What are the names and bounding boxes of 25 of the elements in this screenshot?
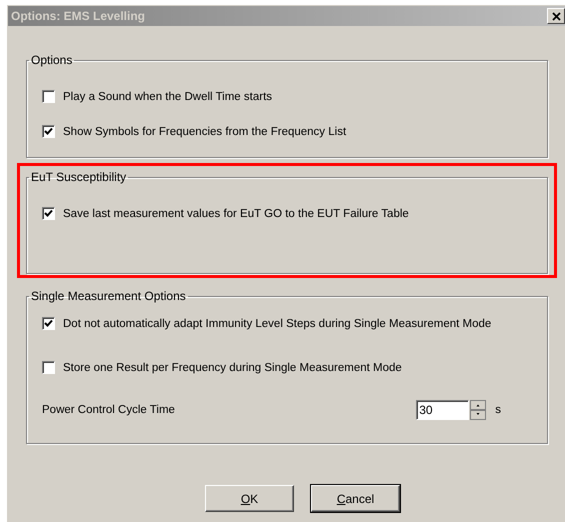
group-title: Single Measurement Options bbox=[30, 289, 187, 303]
window-title: Options: EMS Levelling bbox=[10, 9, 146, 23]
checkbox-option[interactable]: Play a Sound when the Dwell Time starts bbox=[42, 90, 547, 103]
close-button[interactable] bbox=[547, 8, 565, 24]
check-icon bbox=[44, 209, 53, 218]
field-label: Power Control Cycle Time bbox=[42, 404, 175, 416]
ok-button[interactable]: OK bbox=[205, 485, 294, 512]
check-icon bbox=[44, 319, 53, 328]
number-field[interactable]: 30 bbox=[416, 400, 470, 420]
group-title: Options bbox=[30, 53, 74, 67]
cancel-button[interactable]: Cancel bbox=[311, 485, 400, 512]
checkbox-option[interactable]: Show Symbols for Frequencies from the Frequency List bbox=[42, 125, 547, 138]
checkbox-option[interactable]: Save last measurement values for EuT GO to the EUT Failure Table bbox=[42, 207, 547, 220]
checkbox[interactable] bbox=[42, 125, 55, 138]
group-title: EuT Susceptibility bbox=[30, 170, 128, 184]
checkbox[interactable] bbox=[42, 361, 55, 374]
checkbox-option[interactable]: Dot not automatically adapt Immunity Level Steps during Single Measurement Mode bbox=[42, 317, 547, 330]
spin-buttons[interactable] bbox=[470, 400, 486, 420]
checkbox[interactable] bbox=[42, 207, 55, 220]
checkbox[interactable] bbox=[42, 90, 55, 103]
unit-label: s bbox=[495, 404, 501, 416]
checkbox-option[interactable]: Store one Result per Frequency during Single Measurement Mode bbox=[42, 361, 547, 374]
close-icon bbox=[552, 12, 560, 20]
checkbox[interactable] bbox=[42, 317, 55, 330]
check-icon bbox=[44, 127, 53, 136]
